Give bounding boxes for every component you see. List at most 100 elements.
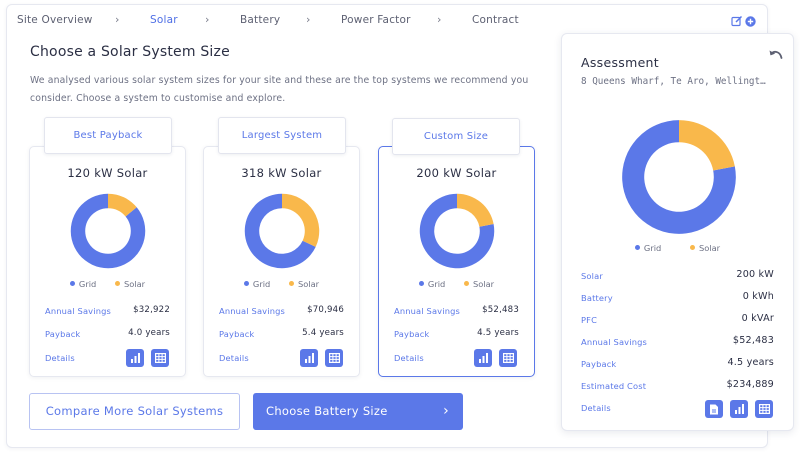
option-title: 318 kW Solar — [241, 166, 322, 180]
donut-legend: Grid Solar — [379, 279, 534, 289]
donut-legend: Grid Solar — [30, 279, 185, 289]
donut-solar-segment — [457, 193, 494, 227]
savings-value: $32,922 — [133, 305, 170, 315]
savings-label: Annual Savings — [219, 306, 285, 316]
tab-custom-size[interactable]: Custom Size — [392, 118, 520, 155]
grid-dot-icon — [418, 281, 424, 286]
bar-chart-icon[interactable] — [126, 349, 144, 367]
breadcrumb-power-factor[interactable]: Power Factor — [341, 14, 411, 26]
legend-solar-label: Solar — [698, 243, 721, 253]
bar-chart-icon[interactable] — [300, 349, 318, 367]
legend-solar: Solar — [689, 243, 721, 253]
chevron-right-icon: › — [115, 13, 120, 26]
chevron-right-icon: › — [437, 13, 442, 26]
breadcrumb-battery[interactable]: Battery — [240, 14, 280, 26]
option-donut-chart — [70, 193, 146, 269]
breadcrumb-site-overview[interactable]: Site Overview — [17, 14, 93, 26]
assessment-panel: Assessment 8 Queens Wharf, Te Aro, Welli… — [561, 33, 794, 431]
option-donut-chart — [419, 193, 495, 269]
assessment-battery-label: Battery — [581, 293, 613, 303]
legend-grid: Grid — [634, 243, 662, 253]
assessment-details-label: Details — [581, 403, 611, 413]
assessment-cost-label: Estimated Cost — [581, 381, 647, 391]
payback-value: 5.4 years — [302, 328, 344, 338]
solar-dot-icon — [463, 281, 469, 286]
option-card-largest-system[interactable]: 318 kW Solar Grid Solar Annual Savings $… — [203, 146, 360, 377]
payback-value: 4.0 years — [128, 328, 170, 338]
table-icon[interactable] — [151, 349, 169, 367]
chevron-right-icon: › — [443, 403, 449, 419]
donut-solar-segment — [679, 120, 735, 171]
legend-grid-label: Grid — [78, 279, 97, 289]
site-address: 8 Queens Wharf, Te Aro, Wellington — [581, 76, 771, 87]
donut-legend: Grid Solar — [562, 243, 793, 253]
savings-label: Annual Savings — [394, 306, 460, 316]
chevron-right-icon: › — [306, 13, 311, 26]
legend-solar-label: Solar — [472, 279, 495, 289]
grid-dot-icon — [243, 281, 249, 286]
chevron-right-icon: › — [205, 13, 210, 26]
assessment-savings-label: Annual Savings — [581, 337, 647, 347]
payback-label: Payback — [219, 329, 255, 339]
legend-grid-label: Grid — [252, 279, 271, 289]
assessment-pfc-label: PFC — [581, 315, 598, 325]
legend-grid: Grid — [69, 279, 97, 289]
bar-chart-icon[interactable] — [474, 349, 492, 367]
assessment-savings-value: $52,483 — [732, 335, 774, 346]
breadcrumb-solar[interactable]: Solar — [150, 14, 178, 26]
assessment-solar-label: Solar — [581, 271, 603, 281]
option-title: 200 kW Solar — [416, 166, 497, 180]
assessment-cost-value: $234,889 — [726, 379, 774, 390]
add-circle-icon[interactable] — [745, 12, 756, 31]
solar-dot-icon — [114, 281, 120, 286]
edit-icon[interactable] — [731, 12, 743, 31]
details-label: Details — [45, 353, 75, 363]
savings-label: Annual Savings — [45, 306, 111, 316]
grid-dot-icon — [69, 281, 75, 286]
table-icon[interactable] — [325, 349, 343, 367]
table-icon[interactable] — [755, 400, 773, 418]
legend-grid-label: Grid — [427, 279, 446, 289]
payback-label: Payback — [394, 329, 430, 339]
legend-solar: Solar — [114, 279, 146, 289]
donut-solar-segment — [282, 193, 320, 247]
header-icons — [731, 12, 757, 27]
bar-chart-icon[interactable] — [730, 400, 748, 418]
grid-dot-icon — [634, 245, 640, 250]
option-card-best-payback[interactable]: 120 kW Solar Grid Solar Annual Savings $… — [29, 146, 186, 377]
compare-systems-button[interactable]: Compare More Solar Systems — [29, 393, 240, 430]
option-title: 120 kW Solar — [67, 166, 148, 180]
tab-best-payback[interactable]: Best Payback — [44, 117, 172, 154]
undo-icon[interactable] — [768, 47, 784, 63]
assessment-payback-value: 4.5 years — [727, 357, 774, 368]
assessment-donut-chart — [622, 120, 736, 234]
page-title: Choose a Solar System Size — [30, 44, 230, 60]
option-donut-chart — [244, 193, 320, 269]
choose-battery-label: Choose Battery Size — [266, 404, 388, 418]
table-icon[interactable] — [499, 349, 517, 367]
tab-largest-system[interactable]: Largest System — [218, 117, 346, 154]
document-icon[interactable] — [705, 400, 723, 418]
solar-dot-icon — [689, 245, 695, 250]
legend-solar: Solar — [288, 279, 319, 289]
details-label: Details — [219, 353, 249, 363]
payback-value: 4.5 years — [477, 328, 519, 338]
assessment-payback-label: Payback — [581, 359, 617, 369]
legend-solar: Solar — [463, 279, 495, 289]
legend-grid: Grid — [418, 279, 446, 289]
savings-value: $52,483 — [482, 305, 519, 315]
payback-label: Payback — [45, 329, 81, 339]
legend-solar-label: Solar — [123, 279, 146, 289]
legend-grid-label: Grid — [643, 243, 662, 253]
breadcrumb-contract[interactable]: Contract — [472, 14, 519, 26]
savings-value: $70,946 — [307, 305, 344, 315]
solar-dot-icon — [288, 281, 294, 286]
option-card-custom-size[interactable]: 200 kW Solar Grid Solar Annual Savings $… — [378, 146, 535, 377]
legend-grid: Grid — [243, 279, 271, 289]
assessment-solar-value: 200 kW — [736, 269, 774, 280]
assessment-title: Assessment — [581, 55, 659, 70]
choose-battery-button[interactable]: Choose Battery Size › — [253, 393, 463, 430]
details-label: Details — [394, 353, 424, 363]
assessment-pfc-value: 0 kVAr — [741, 313, 774, 324]
assessment-battery-value: 0 kWh — [742, 291, 774, 302]
